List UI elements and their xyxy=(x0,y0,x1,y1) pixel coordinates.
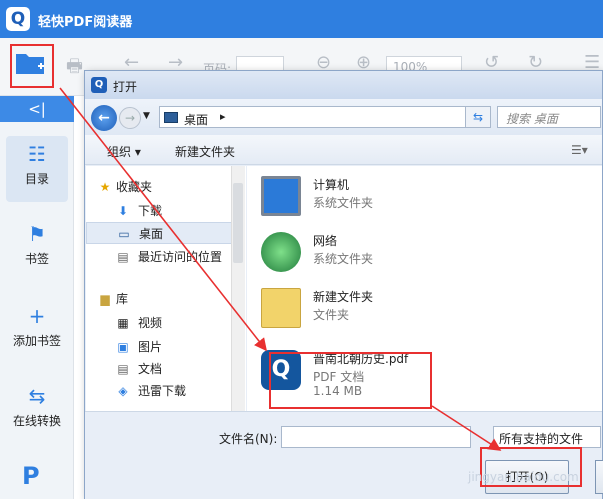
view-options-icon[interactable]: ☰▾ xyxy=(571,143,588,157)
nav-item-favorites[interactable]: ★ 收藏夹 xyxy=(86,176,236,198)
sidebar-item-label: 目录 xyxy=(24,172,49,186)
file-type: 文件夹 xyxy=(313,308,350,322)
nav-item-label: 图片 xyxy=(138,340,163,354)
address-bar[interactable]: 桌面 ▸ xyxy=(159,106,489,128)
plus-icon: + xyxy=(28,304,46,328)
file-type: 系统文件夹 xyxy=(313,252,374,266)
file-item-network[interactable]: 网络 系统文件夹 xyxy=(261,228,591,282)
nav-back-button[interactable]: ← xyxy=(91,105,117,131)
dialog-title: 打开 xyxy=(113,80,138,94)
nav-item-desktop[interactable]: ▭ 桌面 xyxy=(86,222,236,244)
refresh-button[interactable]: ⇆ xyxy=(465,106,491,128)
app-logo: Q xyxy=(6,7,30,31)
sidebar-collapse-button[interactable]: <| xyxy=(0,96,74,122)
file-name: 新建文件夹 xyxy=(313,290,374,304)
nav-forward-button[interactable]: → xyxy=(119,107,141,129)
cancel-button[interactable] xyxy=(595,460,603,494)
sidebar-item-toc[interactable]: ☷ 目录 xyxy=(6,136,68,202)
convert-icon: ⇆ xyxy=(28,384,46,408)
open-file-button[interactable] xyxy=(10,44,54,88)
image-icon: ▣ xyxy=(117,340,129,354)
nav-item-label: 最近访问的位置 xyxy=(138,250,223,264)
sidebar-item-label: 在线转换 xyxy=(12,414,61,428)
dialog-navigation-bar: ← → ▼ 桌面 ▸ ⇆ 搜索 桌面 xyxy=(85,99,602,135)
sidebar-item-bookmark[interactable]: ⚑ 书签 xyxy=(6,216,68,282)
list-icon: ☷ xyxy=(28,142,46,166)
sidebar-item-convert[interactable]: ⇆ 在线转换 xyxy=(6,378,68,444)
nav-item-label: 下载 xyxy=(138,204,163,218)
recent-places-icon: ▤ xyxy=(117,250,129,264)
bookmark-icon: ⚑ xyxy=(28,222,46,246)
computer-icon xyxy=(261,176,301,216)
sidebar-item-label: 书签 xyxy=(24,252,49,266)
app-window: Q 轻快PDF阅读器 🖶 ← → 页码: ⊖ ⊕ 100% ↺ ↻ ☰ <| ☷… xyxy=(0,0,603,499)
organize-menu[interactable]: 组织 ▾ xyxy=(107,143,141,160)
print-icon[interactable]: 🖶 xyxy=(66,54,83,84)
title-bar: Q 轻快PDF阅读器 xyxy=(0,0,603,38)
dialog-logo: Q xyxy=(91,77,107,93)
nav-item-library[interactable]: ▆ 库 xyxy=(86,288,236,310)
network-icon xyxy=(261,232,301,272)
nav-item-pictures[interactable]: ▣ 图片 xyxy=(86,336,236,358)
navigation-pane: ★ 收藏夹 ⬇ 下载 ▭ 桌面 ▤ 最近访问的位置 ▆ 库 ▦ 视频 ▣ 图片 … xyxy=(86,166,246,411)
file-type: 系统文件夹 xyxy=(313,196,374,210)
filename-input[interactable] xyxy=(281,426,471,448)
file-item-computer[interactable]: 计算机 系统文件夹 xyxy=(261,172,591,226)
dialog-title-bar: Q 打开 xyxy=(85,71,602,99)
video-icon: ▦ xyxy=(117,316,129,330)
nav-item-downloads[interactable]: ⬇ 下载 xyxy=(86,200,236,222)
nav-item-label: 视频 xyxy=(138,316,163,330)
nav-item-recent[interactable]: ▤ 最近访问的位置 xyxy=(86,246,236,268)
address-text: 桌面 xyxy=(184,113,209,127)
filename-label: 文件名(N): xyxy=(219,432,278,446)
open-file-dialog: Q 打开 ← → ▼ 桌面 ▸ ⇆ 搜索 桌面 组织 ▾ 新建文件夹 ☰▾ ★ … xyxy=(84,70,603,499)
nav-item-label: 收藏夹 xyxy=(116,180,153,194)
nav-item-thunder[interactable]: ◈ 迅雷下载 xyxy=(86,380,236,402)
file-item-new-folder[interactable]: 新建文件夹 文件夹 xyxy=(261,284,591,338)
sidebar-item-label: 添加书签 xyxy=(12,334,61,348)
nav-item-label: 桌面 xyxy=(139,227,164,241)
file-type-filter[interactable]: 所有支持的文件 xyxy=(493,426,601,448)
app-badge-icon[interactable]: P xyxy=(22,462,50,492)
file-name: 网络 xyxy=(313,234,338,248)
dialog-command-bar: 组织 ▾ 新建文件夹 ☰▾ xyxy=(85,135,602,165)
library-icon: ▆ xyxy=(100,292,110,306)
navigation-scroll-thumb[interactable] xyxy=(233,183,243,263)
address-chevron-icon[interactable]: ▸ xyxy=(220,110,226,123)
desktop-icon xyxy=(164,112,178,123)
app-title: 轻快PDF阅读器 xyxy=(38,15,133,30)
nav-item-documents[interactable]: ▤ 文档 xyxy=(86,358,236,380)
file-name: 计算机 xyxy=(313,178,350,192)
pdf-file-highlight xyxy=(269,352,432,409)
nav-history-chevron-icon[interactable]: ▼ xyxy=(143,111,150,121)
nav-item-video[interactable]: ▦ 视频 xyxy=(86,312,236,334)
folder-icon xyxy=(261,288,301,328)
nav-item-label: 迅雷下载 xyxy=(138,384,187,398)
desktop-icon: ▭ xyxy=(118,227,130,241)
star-icon: ★ xyxy=(99,180,111,194)
new-folder-button[interactable]: 新建文件夹 xyxy=(175,143,235,160)
watermark: jingyan.baidu.com xyxy=(468,470,579,484)
nav-item-label: 库 xyxy=(116,292,129,306)
nav-item-label: 文档 xyxy=(138,362,163,376)
search-input[interactable]: 搜索 桌面 xyxy=(497,106,601,128)
thunder-download-icon: ◈ xyxy=(118,384,128,398)
sidebar-item-add-bookmark[interactable]: + 添加书签 xyxy=(6,298,68,364)
document-icon: ▤ xyxy=(117,362,129,376)
download-folder-icon: ⬇ xyxy=(117,204,129,218)
